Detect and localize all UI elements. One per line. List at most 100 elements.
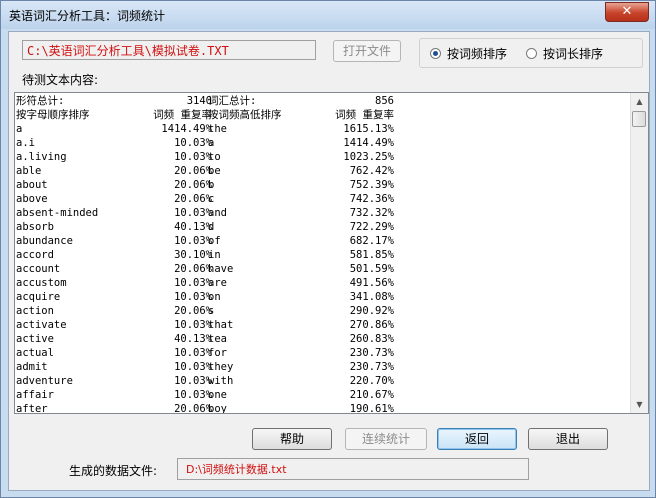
- alpha-freq: 1414.49%: [161, 123, 212, 135]
- freq-word: are: [208, 277, 227, 289]
- word-row: active 40.13% tea 260.83%: [15, 332, 627, 346]
- alpha-freq: 20.06%: [174, 165, 212, 177]
- alpha-word: after: [16, 403, 48, 414]
- open-file-button[interactable]: 打开文件: [333, 40, 401, 62]
- freq-rate: 682.17%: [349, 235, 394, 247]
- text-content-area[interactable]: 形符总计: 3140 词汇总计: 856 按字母顺序排序 词频 重复率 按词频高…: [14, 92, 649, 414]
- word-row: activate 10.03% that 270.86%: [15, 318, 627, 332]
- freq-word: have: [208, 263, 234, 275]
- exit-button[interactable]: 退出: [528, 428, 608, 450]
- alpha-word: adventure: [16, 375, 73, 387]
- alpha-word: admit: [16, 361, 48, 373]
- sort-by-length-radio[interactable]: 按词长排序: [526, 45, 603, 62]
- sort-by-frequency-radio[interactable]: 按词频排序: [430, 45, 507, 62]
- word-row: a 1414.49% the 1615.13%: [15, 122, 627, 136]
- alpha-word: abundance: [16, 235, 73, 247]
- freq-rate: 1615.13%: [343, 123, 394, 135]
- freq-rate: 762.42%: [349, 165, 394, 177]
- word-row: absorb 40.13% d 722.29%: [15, 220, 627, 234]
- freq-rate: 742.36%: [349, 193, 394, 205]
- freq-rate: 722.29%: [349, 221, 394, 233]
- word-row: able 20.06% be 762.42%: [15, 164, 627, 178]
- freq-word: tea: [208, 333, 227, 345]
- close-icon: ✕: [621, 4, 633, 19]
- freq-rate: 230.73%: [349, 361, 394, 373]
- word-row: above 20.06% c 742.36%: [15, 192, 627, 206]
- alpha-freq: 10.03%: [174, 389, 212, 401]
- back-button[interactable]: 返回: [437, 428, 517, 450]
- alpha-word: absent-minded: [16, 207, 99, 219]
- word-row: affair 10.03% one 210.67%: [15, 388, 627, 402]
- freq-rate: 260.83%: [349, 333, 394, 345]
- alpha-word: acquire: [16, 291, 61, 303]
- alpha-word: about: [16, 179, 48, 191]
- freq-word: with: [208, 375, 234, 387]
- alpha-freq: 20.06%: [174, 263, 212, 275]
- radio-unselected-icon: [526, 48, 537, 59]
- alpha-word: a: [16, 123, 23, 135]
- token-total-label: 形符总计:: [16, 95, 65, 107]
- sort-option-group: 按词频排序 按词长排序: [419, 38, 643, 68]
- freq-rate: 1414.49%: [343, 137, 394, 149]
- output-file-path-field[interactable]: D:\词频统计数据.txt: [177, 458, 529, 480]
- sort-by-frequency-label: 按词频排序: [447, 47, 508, 61]
- alpha-word: activate: [16, 319, 67, 331]
- word-row: abundance 10.03% of 682.17%: [15, 234, 627, 248]
- continuous-stats-button[interactable]: 连续统计: [345, 428, 427, 450]
- freq-rate: 220.70%: [349, 375, 394, 387]
- freq-word: and: [208, 207, 227, 219]
- word-row: accord 30.10% in 581.85%: [15, 248, 627, 262]
- window-title: 英语词汇分析工具：词频统计: [9, 9, 166, 23]
- vocab-total-label: 词汇总计:: [208, 95, 257, 107]
- freq-word: of: [208, 235, 221, 247]
- alpha-freq: 10.03%: [174, 207, 212, 219]
- word-row: a.i 10.03% a 1414.49%: [15, 136, 627, 150]
- word-row: absent-minded 10.03% and 732.32%: [15, 206, 627, 220]
- help-button[interactable]: 帮助: [252, 428, 332, 450]
- alpha-word: active: [16, 333, 54, 345]
- freq-word: that: [208, 319, 234, 331]
- freq-word: a: [208, 137, 215, 149]
- title-bar[interactable]: 英语词汇分析工具：词频统计 ✕: [1, 1, 655, 29]
- alpha-freq: 20.06%: [174, 403, 212, 414]
- text-content-label: 待测文本内容:: [22, 73, 99, 87]
- word-row: actual 10.03% for 230.73%: [15, 346, 627, 360]
- freq-word: they: [208, 361, 234, 373]
- scroll-down-arrow-icon[interactable]: ▼: [631, 396, 648, 413]
- alpha-word: accord: [16, 249, 54, 261]
- freq-rate: 1023.25%: [343, 151, 394, 163]
- main-panel: C:\英语词汇分析工具\模拟试卷.TXT 打开文件 按词频排序 按词长排序 待测…: [8, 31, 650, 491]
- alpha-freq: 20.06%: [174, 179, 212, 191]
- alpha-freq: 10.03%: [174, 319, 212, 331]
- alpha-word: a.i: [16, 137, 35, 149]
- word-row: action 20.06% s 290.92%: [15, 304, 627, 318]
- freq-rate: 341.08%: [349, 291, 394, 303]
- freq-header: 词频 重复率: [153, 109, 212, 121]
- alpha-freq: 10.03%: [174, 277, 212, 289]
- word-row: accustom 10.03% are 491.56%: [15, 276, 627, 290]
- alpha-freq: 40.13%: [174, 221, 212, 233]
- alpha-word: actual: [16, 347, 54, 359]
- freq-header-2: 词频 重复率: [335, 109, 394, 121]
- scroll-up-arrow-icon[interactable]: ▲: [631, 93, 648, 110]
- vocab-total-value: 856: [375, 95, 394, 107]
- word-row: account 20.06% have 501.59%: [15, 262, 627, 276]
- summary-row: 形符总计: 3140 词汇总计: 856: [15, 94, 627, 108]
- token-total-value: 3140: [186, 95, 212, 107]
- alpha-freq: 10.03%: [174, 235, 212, 247]
- vertical-scrollbar[interactable]: ▲ ▼: [630, 93, 648, 413]
- freq-rate: 270.86%: [349, 319, 394, 331]
- freq-word: s: [208, 305, 215, 317]
- close-button[interactable]: ✕: [605, 2, 649, 22]
- alpha-word: action: [16, 305, 54, 317]
- scroll-thumb[interactable]: [632, 111, 646, 127]
- freq-rate: 501.59%: [349, 263, 394, 275]
- freq-word: d: [208, 221, 215, 233]
- word-row: adventure 10.03% with 220.70%: [15, 374, 627, 388]
- word-row: a.living 10.03% to 1023.25%: [15, 150, 627, 164]
- source-file-path-field[interactable]: C:\英语词汇分析工具\模拟试卷.TXT: [22, 40, 316, 60]
- alpha-freq: 30.10%: [174, 249, 212, 261]
- freq-rate: 290.92%: [349, 305, 394, 317]
- word-row: after 20.06% boy 190.61%: [15, 402, 627, 414]
- alpha-freq: 40.13%: [174, 333, 212, 345]
